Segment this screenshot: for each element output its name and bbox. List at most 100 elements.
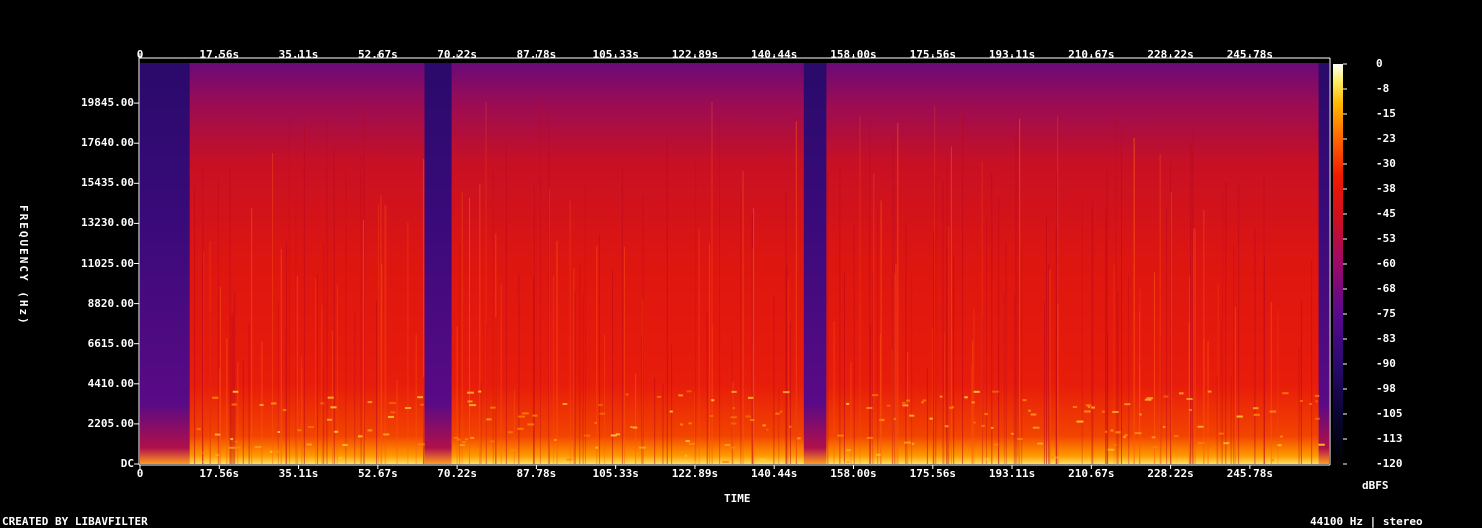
texture-stripe bbox=[202, 262, 204, 464]
texture-stripe bbox=[573, 267, 575, 464]
x-tick-label-bottom: 52.67s bbox=[357, 467, 398, 480]
y-tick-label: 8820.00 bbox=[87, 296, 134, 310]
harmonic-mark bbox=[467, 400, 473, 403]
texture-stripe bbox=[635, 373, 637, 464]
harmonic-mark bbox=[1010, 432, 1014, 435]
harmonic-mark bbox=[964, 396, 968, 399]
y-ticks bbox=[134, 102, 139, 465]
harmonic-mark bbox=[418, 443, 425, 446]
x-tick-label-bottom: 245.78s bbox=[1226, 467, 1274, 480]
texture-stripe bbox=[897, 122, 899, 464]
harmonic-mark bbox=[639, 446, 646, 449]
harmonic-mark bbox=[1105, 430, 1108, 433]
colorbar-tick-label: -45 bbox=[1376, 207, 1396, 220]
texture-stripe bbox=[569, 200, 571, 464]
colorbar-tick-label: -120 bbox=[1376, 457, 1403, 470]
texture-stripe bbox=[1107, 330, 1109, 464]
texture-stripe bbox=[495, 317, 497, 464]
harmonic-mark bbox=[199, 451, 206, 454]
harmonic-mark bbox=[993, 443, 999, 446]
harmonic-mark bbox=[1112, 411, 1119, 414]
texture-stripe bbox=[226, 338, 228, 464]
texture-stripe bbox=[242, 359, 244, 464]
texture-stripe bbox=[423, 376, 425, 464]
harmonic-mark bbox=[669, 410, 673, 413]
texture-stripe bbox=[381, 263, 383, 464]
harmonic-mark bbox=[615, 433, 620, 436]
x-tick-label-top: 0 bbox=[136, 48, 144, 61]
texture-stripe bbox=[1153, 272, 1155, 464]
harmonic-mark bbox=[595, 446, 598, 449]
texture-stripe bbox=[787, 278, 789, 464]
texture-stripe bbox=[1277, 310, 1279, 464]
harmonic-mark bbox=[470, 436, 475, 439]
harmonic-mark bbox=[583, 434, 591, 437]
texture-stripe bbox=[934, 105, 936, 464]
texture-stripe bbox=[539, 101, 541, 464]
harmonic-mark bbox=[939, 395, 943, 398]
harmonic-mark bbox=[1315, 400, 1318, 403]
harmonic-mark bbox=[906, 399, 910, 402]
colorbar-tick-label: -113 bbox=[1376, 432, 1403, 445]
texture-stripe bbox=[1190, 140, 1192, 464]
texture-stripe bbox=[621, 167, 623, 464]
texture-stripe bbox=[1133, 137, 1135, 464]
texture-stripe bbox=[360, 155, 362, 464]
harmonic-mark bbox=[684, 454, 688, 457]
texture-stripe bbox=[1139, 288, 1141, 464]
harmonic-mark bbox=[507, 431, 513, 434]
harmonic-mark bbox=[1315, 417, 1320, 420]
texture-stripe bbox=[232, 311, 234, 464]
texture-stripe bbox=[377, 205, 379, 464]
texture-stripe bbox=[1216, 375, 1218, 464]
harmonic-mark bbox=[478, 390, 482, 393]
harmonic-mark bbox=[678, 394, 683, 397]
texture-stripe bbox=[556, 240, 558, 464]
texture-stripe bbox=[731, 337, 733, 464]
harmonic-mark bbox=[461, 441, 466, 444]
harmonic-mark bbox=[1153, 446, 1157, 449]
harmonic-mark bbox=[490, 406, 496, 409]
texture-stripe bbox=[461, 191, 463, 464]
texture-stripe bbox=[1254, 229, 1256, 464]
harmonic-mark bbox=[1087, 406, 1090, 409]
y-tick-label: DC bbox=[120, 457, 134, 470]
texture-stripe bbox=[962, 109, 964, 465]
texture-stripe bbox=[505, 142, 507, 464]
texture-stripe bbox=[407, 222, 409, 464]
texture-stripe bbox=[574, 291, 576, 464]
harmonic-mark bbox=[486, 418, 492, 421]
harmonic-mark bbox=[1197, 425, 1204, 428]
harmonic-mark bbox=[1282, 392, 1289, 395]
harmonic-mark bbox=[1218, 432, 1224, 435]
texture-stripe bbox=[859, 116, 861, 464]
texture-stripe bbox=[751, 218, 753, 464]
texture-stripe bbox=[666, 137, 668, 464]
texture-stripe bbox=[303, 123, 305, 464]
texture-stripe bbox=[1194, 228, 1196, 464]
harmonic-mark bbox=[1030, 413, 1037, 416]
x-tick-label-bottom: 140.44s bbox=[751, 467, 798, 480]
harmonic-mark bbox=[724, 444, 731, 447]
harmonic-mark bbox=[273, 450, 280, 453]
harmonic-mark bbox=[517, 427, 524, 430]
texture-stripe bbox=[933, 231, 935, 464]
x-tick-label-top: 193.11s bbox=[988, 48, 1036, 61]
texture-stripe bbox=[1045, 216, 1047, 464]
colorbar-tick-label: -30 bbox=[1376, 157, 1396, 170]
harmonic-mark bbox=[404, 406, 412, 409]
footer-audio-info: 44100 Hz | stereo bbox=[1310, 515, 1423, 528]
texture-stripe bbox=[1117, 292, 1119, 464]
texture-stripe bbox=[654, 377, 656, 464]
harmonic-mark bbox=[711, 399, 715, 402]
texture-stripe bbox=[384, 204, 386, 465]
x-tick-label-bottom: 210.67s bbox=[1068, 467, 1115, 480]
texture-stripe bbox=[785, 192, 787, 464]
harmonic-mark bbox=[688, 442, 695, 445]
harmonic-mark bbox=[983, 458, 990, 461]
x-tick-label-bottom: 158.00s bbox=[830, 467, 877, 480]
harmonic-mark bbox=[357, 435, 363, 438]
texture-stripe bbox=[317, 273, 319, 464]
harmonic-mark bbox=[1117, 431, 1121, 434]
harmonic-mark bbox=[327, 396, 334, 399]
